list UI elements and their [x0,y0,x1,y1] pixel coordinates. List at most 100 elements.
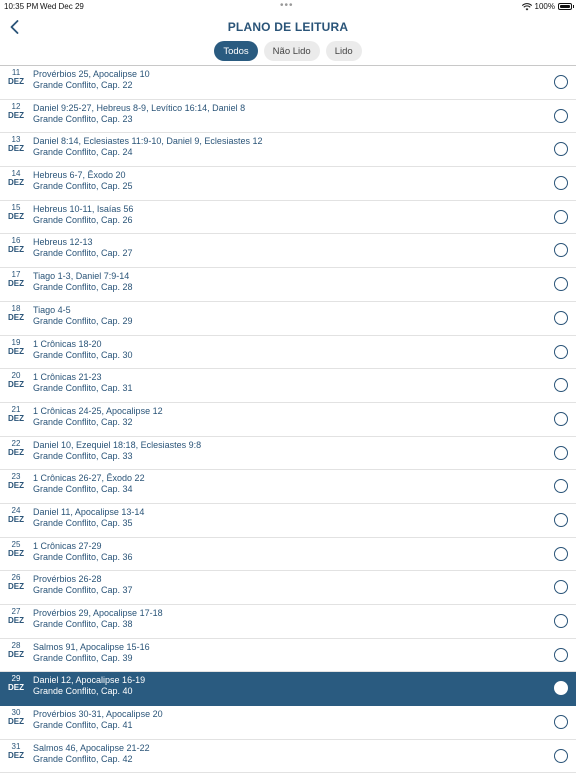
row-date: 13 DEZ [4,135,28,153]
row-texts: Daniel 10, Ezequiel 18:18, Eclesiastes 9… [33,440,201,462]
reading-row[interactable]: 25 DEZ 1 Crônicas 27-29 Grande Conflito, Ca… [0,537,576,572]
row-day: 12 [11,101,21,111]
reading-row[interactable]: 28 DEZ Salmos 91, Apocalipse 15-16 Grande C… [0,638,576,673]
reading-row[interactable]: 14 DEZ Hebreus 6-7, Êxodo 20 Grande Conflit… [0,167,576,201]
row-texts: Salmos 46, Apocalipse 21-22 Grande Confli… [33,743,150,765]
row-date: 22 DEZ [4,439,28,457]
row-date: 26 DEZ [4,573,28,591]
reading-row[interactable]: 27 DEZ Provérbios 29, Apocalipse 17-18 Gran… [0,605,576,639]
row-book: Grande Conflito, Cap. 36 [33,551,133,562]
row-day: 20 [11,371,21,381]
reading-row[interactable]: 19 DEZ 1 Crônicas 18-20 Grande Conflito, Ca… [0,335,576,370]
reading-row[interactable]: 11 DEZ Provérbios 25, Apocalipse 10 Grande … [0,66,576,100]
row-date: 21 DEZ [4,405,28,423]
read-checkbox[interactable] [554,445,568,460]
row-day: 22 [11,438,21,448]
row-month: DEZ [8,110,24,120]
read-checkbox[interactable] [554,277,568,292]
row-month: DEZ [8,750,24,760]
read-checkbox[interactable] [554,647,568,662]
reading-row[interactable]: 21 DEZ 1 Crônicas 24-25, Apocalipse 12 Gran… [0,402,576,437]
filter-nao-lido[interactable]: Não Lido [263,41,320,61]
reading-row[interactable]: 12 DEZ Daniel 9:25-27, Hebreus 8-9, Levíti… [0,99,576,134]
row-day: 15 [11,202,21,212]
row-day: 25 [11,539,21,549]
read-checkbox[interactable] [554,479,568,494]
row-month: DEZ [8,514,24,524]
row-date: 18 DEZ [4,304,28,322]
read-checkbox[interactable] [554,108,568,123]
read-checkbox[interactable] [554,209,568,224]
read-checkbox[interactable] [554,176,568,191]
multitasking-dots[interactable]: ••• [280,0,294,11]
reading-row[interactable]: 23 DEZ 1 Crônicas 26-27, Êxodo 22 Grande Co… [0,470,576,504]
read-checkbox[interactable] [554,75,568,89]
row-book: Grande Conflito, Cap. 40 [33,686,133,697]
row-book: Grande Conflito, Cap. 29 [33,315,133,326]
reading-row[interactable]: 15 DEZ Hebreus 10-11, Isaías 56 Grande Conf… [0,200,576,235]
row-book: Grande Conflito, Cap. 32 [33,416,133,427]
row-texts: Provérbios 26-28 Grande Conflito, Cap. 37 [33,574,133,596]
row-reading: Daniel 8:14, Eclesiastes 11:9-10, Daniel… [33,136,263,147]
reading-row[interactable]: 16 DEZ Hebreus 12-13 Grande Conflito, Cap. … [0,234,576,269]
reading-row[interactable]: 17 DEZ Tiago 1-3, Daniel 7:9-14 Grande Conf… [0,268,576,302]
row-book: Grande Conflito, Cap. 37 [33,585,133,596]
row-reading: Salmos 46, Apocalipse 21-22 [33,742,150,753]
row-book: Grande Conflito, Cap. 34 [33,484,133,495]
row-month: DEZ [8,380,24,390]
row-reading: Provérbios 30-31, Apocalipse 20 [33,709,163,720]
row-book: Grande Conflito, Cap. 26 [33,214,133,225]
read-checkbox[interactable] [554,512,568,527]
read-checkbox[interactable] [554,142,568,157]
reading-row[interactable]: 30 DEZ Provérbios 30-31, Apocalipse 20 Gran… [0,706,576,740]
row-reading: Daniel 9:25-27, Hebreus 8-9, Levítico 16… [33,102,246,113]
filter-todos[interactable]: Todos [214,41,258,61]
read-checkbox[interactable] [554,715,568,730]
read-checkbox[interactable] [554,344,568,359]
row-reading: 1 Crônicas 24-25, Apocalipse 12 [33,405,163,416]
row-month: DEZ [8,413,24,423]
read-checkbox[interactable] [554,310,568,325]
row-date: 30 DEZ [4,708,28,726]
row-day: 24 [11,505,21,515]
row-day: 30 [11,708,21,718]
row-texts: Hebreus 10-11, Isaías 56 Grande Conflito,… [33,204,133,226]
reading-row[interactable]: 29 DEZ Daniel 12, Apocalipse 16-19 Grande C… [0,672,576,707]
header: PLANO DE LEITURA Todos Não Lido Lido [0,14,576,66]
row-reading: 1 Crônicas 27-29 [33,540,102,551]
read-checkbox[interactable] [554,546,568,561]
row-reading: Provérbios 25, Apocalipse 10 [33,69,150,79]
row-book: Grande Conflito, Cap. 41 [33,720,133,731]
reading-row[interactable]: 31 DEZ Salmos 46, Apocalipse 21-22 Grande C… [0,739,576,773]
read-checkbox[interactable] [554,614,568,628]
reading-row[interactable]: 26 DEZ Provérbios 26-28 Grande Conflito, Ca… [0,571,576,605]
row-book: Grande Conflito, Cap. 42 [33,753,133,764]
row-texts: Tiago 1-3, Daniel 7:9-14 Grande Conflito,… [33,271,133,293]
row-book: Grande Conflito, Cap. 28 [33,282,133,293]
reading-row[interactable]: 24 DEZ Daniel 11, Apocalipse 13-14 Grande C… [0,503,576,538]
row-day: 11 [11,68,21,77]
reading-row[interactable]: 22 DEZ Daniel 10, Ezequiel 18:18, Eclesias… [0,436,576,471]
read-checkbox[interactable] [554,411,568,426]
read-checkbox[interactable] [554,748,568,763]
row-texts: Provérbios 25, Apocalipse 10 Grande Confl… [33,69,150,91]
row-day: 19 [11,337,21,347]
filter-lido[interactable]: Lido [325,41,362,61]
row-reading: Tiago 4-5 [33,304,71,315]
read-checkbox[interactable] [554,681,568,696]
row-month: DEZ [8,346,24,356]
reading-row[interactable]: 20 DEZ 1 Crônicas 21-23 Grande Conflito, Ca… [0,369,576,403]
row-date: 16 DEZ [4,236,28,254]
reading-row[interactable]: 18 DEZ Tiago 4-5 Grande Conflito, Cap. 29 [0,301,576,336]
status-date: Wed Dec 29 [40,2,84,11]
row-reading: Hebreus 6-7, Êxodo 20 [33,170,126,181]
read-checkbox[interactable] [554,378,568,393]
read-checkbox[interactable] [554,243,568,258]
reading-row[interactable]: 13 DEZ Daniel 8:14, Eclesiastes 11:9-10, D… [0,133,576,168]
row-date: 14 DEZ [4,169,28,187]
row-reading: Daniel 10, Ezequiel 18:18, Eclesiastes 9… [33,439,202,450]
row-book: Grande Conflito, Cap. 31 [33,383,133,394]
row-book: Grande Conflito, Cap. 25 [33,181,133,192]
row-date: 29 DEZ [4,674,28,692]
read-checkbox[interactable] [554,580,568,595]
